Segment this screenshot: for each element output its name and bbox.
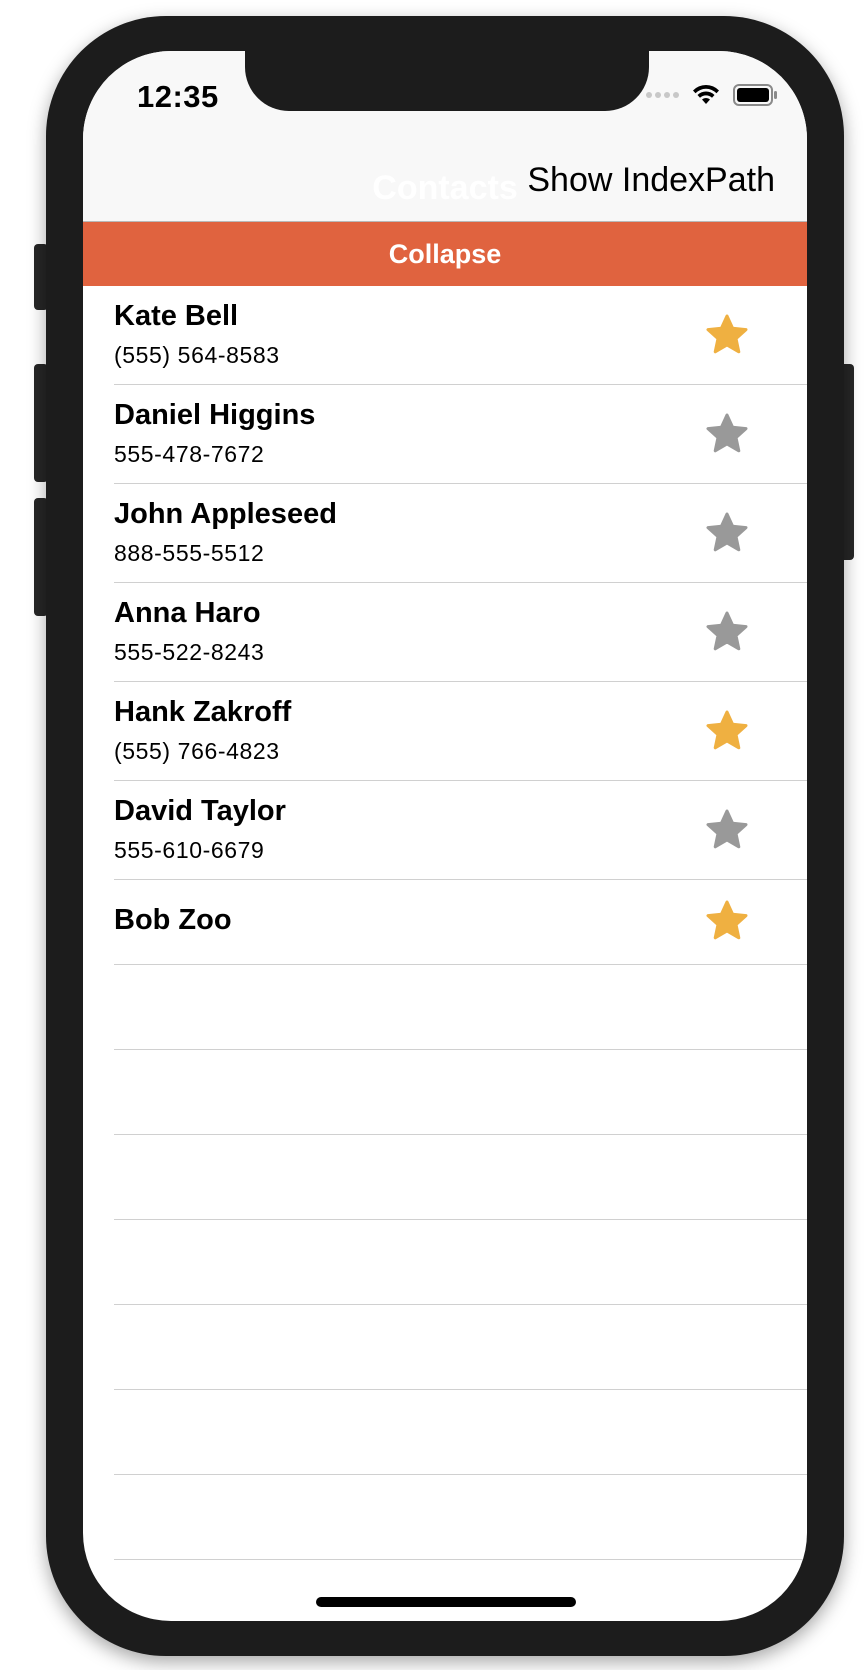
contact-row[interactable]: Anna Haro 555-522-8243 [114, 583, 807, 682]
contact-name: Daniel Higgins [114, 399, 316, 431]
battery-icon [733, 84, 777, 106]
status-icons [646, 81, 779, 109]
status-time: 12:35 [137, 79, 219, 114]
contact-name: Kate Bell [114, 300, 239, 332]
notch [245, 51, 649, 111]
contact-phone: 888-555-5512 [114, 540, 265, 566]
star-icon[interactable] [703, 609, 751, 657]
contact-row[interactable]: Kate Bell (555) 564-8583 [114, 286, 807, 385]
contact-name: Anna Haro [114, 597, 261, 629]
star-icon[interactable] [703, 510, 751, 558]
star-filled-icon[interactable] [703, 898, 751, 946]
contact-name: David Taylor [114, 795, 286, 827]
contact-row[interactable]: Hank Zakroff (555) 766-4823 [114, 682, 807, 781]
empty-row [114, 1475, 807, 1560]
contact-phone: (555) 564-8583 [114, 342, 280, 368]
star-icon[interactable] [703, 807, 751, 855]
star-filled-icon[interactable] [703, 708, 751, 756]
contact-name: Bob Zoo [114, 904, 232, 936]
empty-row [114, 965, 807, 1050]
empty-row [114, 1390, 807, 1475]
contact-name: John Appleseed [114, 498, 337, 530]
contact-row[interactable]: David Taylor 555-610-6679 [114, 781, 807, 880]
star-filled-icon[interactable] [703, 312, 751, 360]
contact-phone: (555) 766-4823 [114, 738, 280, 764]
contact-phone: 555-610-6679 [114, 837, 265, 863]
contact-row[interactable]: Daniel Higgins 555-478-7672 [114, 385, 807, 484]
empty-row [114, 1050, 807, 1135]
wifi-icon [693, 84, 719, 104]
phone-screen: 12:35 Contacts Show IndexPath Collapse K… [83, 51, 807, 1621]
contact-row[interactable]: John Appleseed 888-555-5512 [114, 484, 807, 583]
contact-phone: 555-478-7672 [114, 441, 265, 467]
show-indexpath-button[interactable]: Show IndexPath [527, 161, 775, 200]
screenshot-stage: 12:35 Contacts Show IndexPath Collapse K… [0, 0, 868, 1670]
contact-phone: 555-522-8243 [114, 639, 265, 665]
collapse-button[interactable]: Collapse [83, 222, 807, 286]
contact-row[interactable]: Bob Zoo [114, 880, 807, 965]
signal-dots-icon [646, 92, 679, 98]
star-icon[interactable] [703, 411, 751, 459]
phone-frame: 12:35 Contacts Show IndexPath Collapse K… [46, 16, 844, 1656]
home-indicator[interactable] [316, 1597, 576, 1607]
contacts-list: Kate Bell (555) 564-8583 Daniel Higgins 555… [83, 286, 807, 1560]
contact-name: Hank Zakroff [114, 696, 292, 728]
empty-row [114, 1305, 807, 1390]
empty-row [114, 1135, 807, 1220]
empty-row [114, 1220, 807, 1305]
